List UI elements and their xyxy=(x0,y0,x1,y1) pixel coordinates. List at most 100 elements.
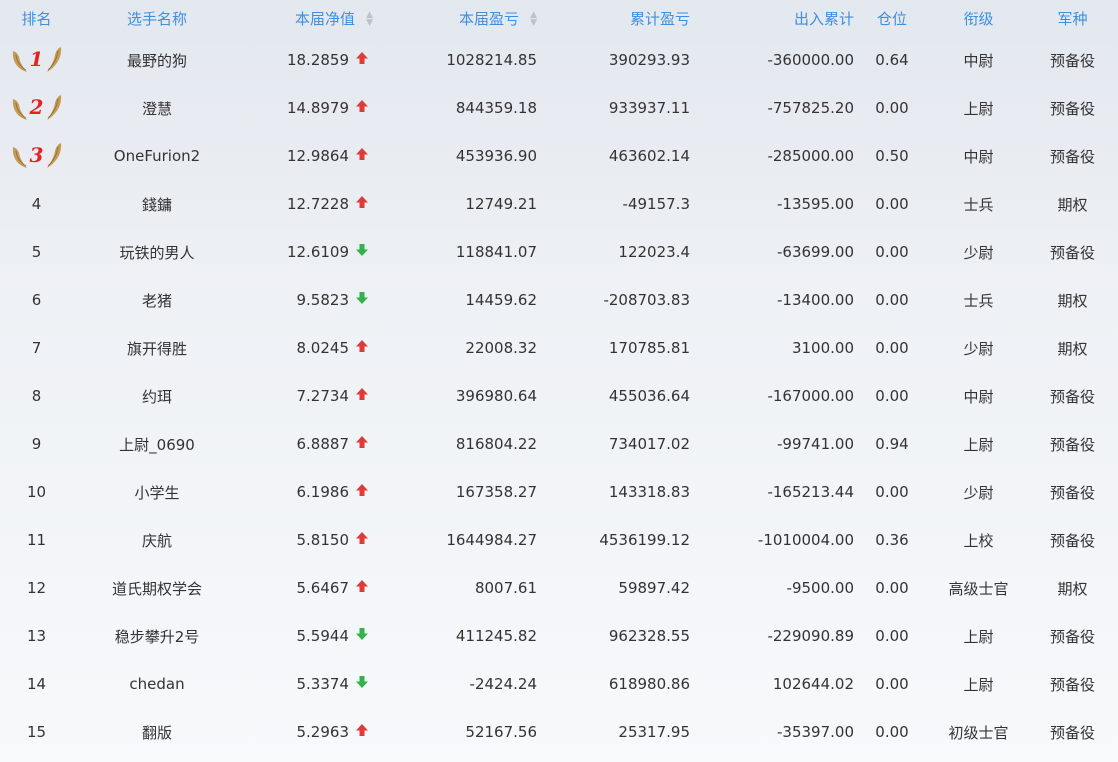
branch: 预备役 xyxy=(1049,51,1095,70)
rank-medal-icon: 1 xyxy=(11,45,63,75)
net-value-cell: 5.6467 xyxy=(241,564,375,612)
net-value: 5.5944 xyxy=(296,627,350,645)
in-out: 3100.00 xyxy=(791,339,854,357)
player-name[interactable]: 老猪 xyxy=(73,276,241,324)
profit: -2424.24 xyxy=(469,675,537,693)
rank-cell: 9 xyxy=(0,420,73,468)
header-name: 选手名称 xyxy=(126,9,187,28)
rank-number: 10 xyxy=(26,483,47,501)
in-out: 102644.02 xyxy=(772,675,854,693)
net-value-cell: 5.5944 xyxy=(241,612,375,660)
player-name[interactable]: 小学生 xyxy=(73,468,241,516)
position: 0.00 xyxy=(875,243,909,261)
player-name[interactable]: 最野的狗 xyxy=(73,36,241,84)
header-branch: 军种 xyxy=(1057,9,1088,28)
player-name[interactable]: 上尉_0690 xyxy=(73,420,241,468)
profit: 396980.64 xyxy=(455,387,537,405)
header-total-profit: 累计盈亏 xyxy=(629,9,690,28)
rank-number: 4 xyxy=(31,195,42,213)
position: 0.00 xyxy=(875,387,909,405)
in-out: -13595.00 xyxy=(777,195,854,213)
rank-number: 7 xyxy=(31,339,42,357)
branch: 预备役 xyxy=(1049,531,1095,550)
table-body: 1 最野的狗 18.2859 1028214.85 390293.93 -360000.0… xyxy=(0,36,1118,756)
total-profit: 122023.4 xyxy=(618,243,690,261)
position: 0.00 xyxy=(875,675,909,693)
rank-cell: 1 xyxy=(0,36,73,84)
rank-number: 6 xyxy=(31,291,42,309)
net-value-cell: 14.8979 xyxy=(241,84,375,132)
position: 0.00 xyxy=(875,195,909,213)
total-profit: -208703.83 xyxy=(603,291,690,309)
branch: 预备役 xyxy=(1049,435,1095,454)
rank-cell: 13 xyxy=(0,612,73,660)
position: 0.94 xyxy=(875,435,909,453)
rank-title: 上尉 xyxy=(963,99,994,118)
player-name[interactable]: 约珥 xyxy=(73,372,241,420)
in-out: -99741.00 xyxy=(777,435,854,453)
player-name[interactable]: 澄慧 xyxy=(73,84,241,132)
position: 0.00 xyxy=(875,579,909,597)
header-rank: 排名 xyxy=(21,9,52,28)
sort-icon[interactable]: ▲ ▼ xyxy=(527,11,537,28)
net-value: 5.3374 xyxy=(296,675,350,693)
position: 0.00 xyxy=(875,339,909,357)
table-row: 6 老猪 9.5823 14459.62 -208703.83 -13400.00 0.00… xyxy=(0,276,1118,324)
branch: 预备役 xyxy=(1049,99,1095,118)
header-title: 衔级 xyxy=(963,9,994,28)
total-profit: -49157.3 xyxy=(622,195,690,213)
player-name[interactable]: chedan xyxy=(73,660,241,708)
branch: 预备役 xyxy=(1049,723,1095,742)
header-position: 仓位 xyxy=(876,9,907,28)
position: 0.00 xyxy=(875,291,909,309)
net-value: 8.0245 xyxy=(296,339,350,357)
profit: 844359.18 xyxy=(455,99,537,117)
sort-icon[interactable]: ▲ ▼ xyxy=(363,11,373,28)
profit: 22008.32 xyxy=(465,339,537,357)
branch: 预备役 xyxy=(1049,387,1095,406)
rank-cell: 12 xyxy=(0,564,73,612)
rank-cell: 3 xyxy=(0,132,73,180)
rank-cell: 14 xyxy=(0,660,73,708)
header-in-out: 出入累计 xyxy=(793,9,854,28)
net-value-cell: 12.6109 xyxy=(241,228,375,276)
in-out: -13400.00 xyxy=(777,291,854,309)
total-profit: 734017.02 xyxy=(608,435,690,453)
player-name[interactable]: 旗开得胜 xyxy=(73,324,241,372)
net-value-cell: 5.3374 xyxy=(241,660,375,708)
table-row: 1 最野的狗 18.2859 1028214.85 390293.93 -360000.0… xyxy=(0,36,1118,84)
in-out: -35397.00 xyxy=(777,723,854,741)
table-row: 7 旗开得胜 8.0245 22008.32 170785.81 3100.00 0.00 少… xyxy=(0,324,1118,372)
player-name[interactable]: 玩铁的男人 xyxy=(73,228,241,276)
rank-number: 12 xyxy=(26,579,47,597)
branch: 期权 xyxy=(1057,339,1088,358)
header-profit-sortable[interactable]: 本届盈亏 ▲ ▼ xyxy=(375,0,539,36)
net-value-cell: 8.0245 xyxy=(241,324,375,372)
profit: 14459.62 xyxy=(465,291,537,309)
rank-title: 士兵 xyxy=(963,195,994,214)
trend-up-icon xyxy=(349,435,375,453)
rank-title: 中尉 xyxy=(963,51,994,70)
player-name[interactable]: 道氏期权学会 xyxy=(73,564,241,612)
header-net-value-sortable[interactable]: 本届净值 ▲ ▼ xyxy=(241,0,375,36)
in-out: -1010004.00 xyxy=(757,531,854,549)
rank-number: 1 xyxy=(29,47,44,71)
rank-cell: 11 xyxy=(0,516,73,564)
player-name[interactable]: 庆航 xyxy=(73,516,241,564)
profit: 816804.22 xyxy=(455,435,537,453)
player-name[interactable]: 稳步攀升2号 xyxy=(73,612,241,660)
table-row: 12 道氏期权学会 5.6467 8007.61 59897.42 -9500.00 0.0… xyxy=(0,564,1118,612)
rank-title: 上尉 xyxy=(963,435,994,454)
header-profit-label: 本届盈亏 xyxy=(458,9,519,28)
total-profit: 143318.83 xyxy=(608,483,690,501)
table-row: 4 錢鏞 12.7228 12749.21 -49157.3 -13595.00 0.00 士… xyxy=(0,180,1118,228)
trend-up-icon xyxy=(349,99,375,117)
rank-medal-icon: 3 xyxy=(11,141,63,171)
player-name[interactable]: 翻版 xyxy=(73,708,241,756)
rank-title: 上尉 xyxy=(963,627,994,646)
profit: 1028214.85 xyxy=(446,51,537,69)
player-name[interactable]: OneFurion2 xyxy=(73,132,241,180)
rank-title: 少尉 xyxy=(963,339,994,358)
player-name[interactable]: 錢鏞 xyxy=(73,180,241,228)
rank-cell: 4 xyxy=(0,180,73,228)
